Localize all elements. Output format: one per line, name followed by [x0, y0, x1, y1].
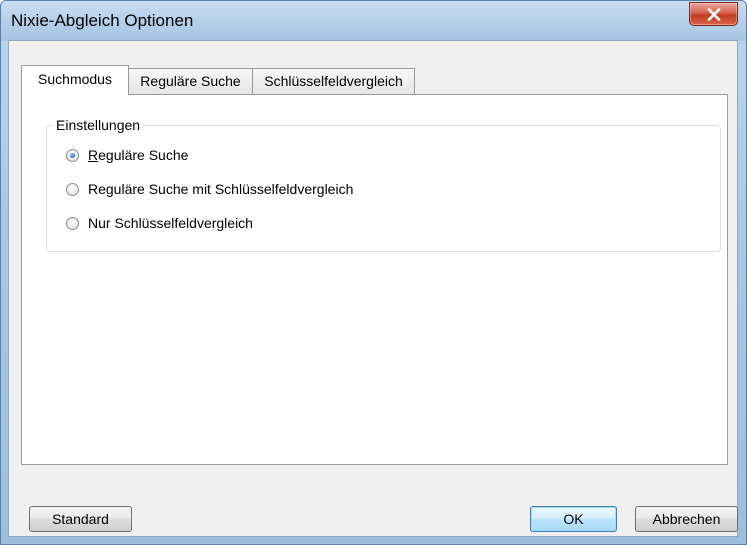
radio-label-rest: eguläre Suche: [98, 147, 189, 163]
ok-button[interactable]: OK: [530, 506, 617, 532]
cancel-button[interactable]: Abbrechen: [635, 506, 738, 532]
radio-label: Reguläre Suche mit Schlüsselfeldvergleic…: [88, 181, 354, 197]
tab-schluesselfeldvergleich[interactable]: Schlüsselfeldvergleich: [252, 68, 415, 94]
radio-label: Reguläre Suche: [88, 147, 188, 163]
radio-button[interactable]: [66, 217, 79, 230]
radio-label: Nur Schlüsselfeldvergleich: [88, 215, 253, 231]
window-title: Nixie-Abgleich Optionen: [11, 11, 194, 30]
standard-button[interactable]: Standard: [29, 506, 132, 532]
tab-suchmodus[interactable]: Suchmodus: [21, 65, 129, 95]
title-bar[interactable]: Nixie-Abgleich Optionen: [1, 1, 746, 41]
close-icon: [707, 8, 721, 21]
tab-regulaere-suche[interactable]: Reguläre Suche: [128, 68, 253, 94]
close-button[interactable]: [689, 2, 738, 26]
radio-button[interactable]: [66, 183, 79, 196]
radio-button-checked[interactable]: [66, 149, 79, 162]
settings-group-label: Einstellungen: [53, 117, 144, 133]
mnemonic-letter: R: [88, 147, 99, 163]
